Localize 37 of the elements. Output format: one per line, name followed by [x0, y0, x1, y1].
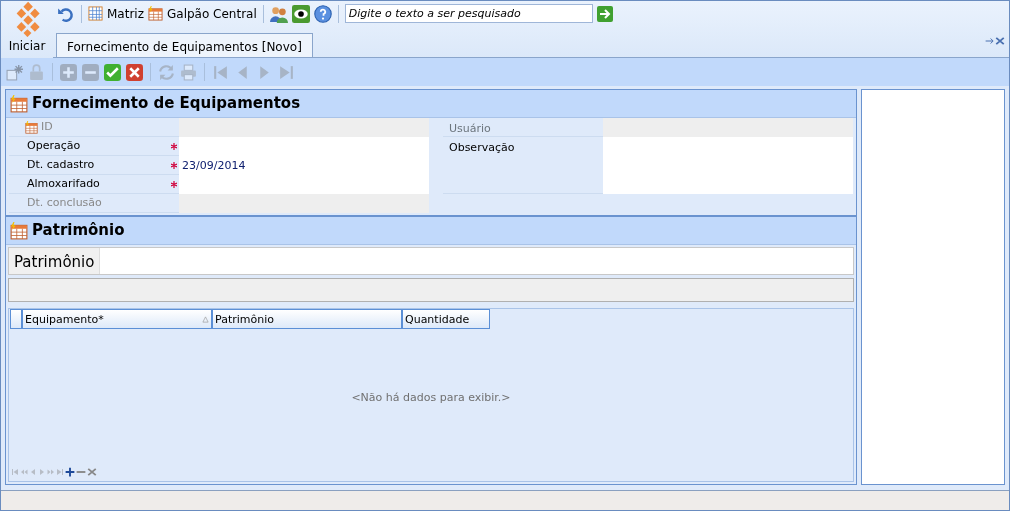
table-icon [10, 94, 28, 113]
text-area[interactable] [603, 137, 853, 194]
field-label: Observação [449, 140, 515, 156]
column-header[interactable]: Patrimônio [212, 309, 402, 329]
empty-message: <Não há dados para exibir.> [350, 389, 512, 406]
row-indicator-header [10, 309, 22, 329]
column-header[interactable]: Equipamento* [22, 309, 212, 329]
close-icon[interactable] [995, 35, 1005, 46]
section-title: Fornecimento de Equipamentos [32, 93, 301, 115]
input-field[interactable] [179, 175, 429, 194]
table-icon [148, 6, 163, 21]
start-button[interactable]: Iniciar [8, 37, 46, 55]
input-field[interactable] [179, 137, 429, 156]
field-label: ID [41, 118, 53, 135]
go-button[interactable] [596, 5, 613, 22]
add-icon[interactable] [65, 467, 75, 477]
field-label: Dt. cadastro [27, 156, 95, 173]
grid-icon [88, 6, 103, 21]
help-icon[interactable] [313, 4, 332, 23]
table-icon [10, 221, 28, 240]
users-icon[interactable] [269, 4, 288, 23]
column-header[interactable]: Quantidade [402, 309, 490, 329]
company-button[interactable]: Matriz [88, 4, 144, 23]
close-icon[interactable] [126, 63, 143, 81]
tab[interactable]: Fornecimento de Equipamentos [Novo] [56, 33, 313, 57]
field-label: Operação [27, 137, 81, 154]
field-label: Almoxarifado [27, 175, 100, 192]
section-title: Patrimônio [32, 220, 125, 242]
check-icon[interactable] [104, 63, 121, 81]
eye-icon[interactable] [291, 4, 310, 23]
search-field[interactable]: Patrimônio [8, 247, 854, 275]
field-label: Usuário [449, 121, 491, 137]
search-field[interactable]: Digite o texto a ser pesquisado [344, 4, 593, 23]
field-label: Dt. conclusão [27, 194, 102, 211]
warehouse-button[interactable]: Galpão Central [148, 4, 257, 23]
table-icon [25, 120, 38, 134]
input-field[interactable]: 23/09/2014 [179, 156, 429, 175]
